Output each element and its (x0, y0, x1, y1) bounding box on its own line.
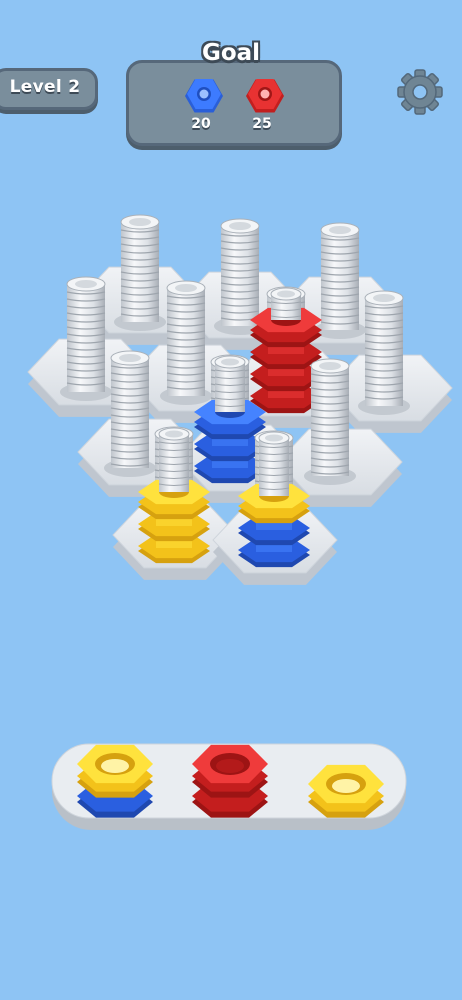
goal-panel (126, 60, 342, 146)
bolt-back-3[interactable] (314, 222, 366, 339)
level-indicator: Level 2 (0, 68, 98, 110)
bolt-mid-center[interactable] (160, 280, 212, 405)
goal-count-blue: 20 (191, 116, 211, 132)
bolt-mid-right[interactable] (358, 290, 410, 415)
bolt-front-left[interactable] (104, 350, 156, 477)
bolt-mid-left[interactable] (60, 276, 112, 401)
bolt-front-right[interactable] (304, 358, 356, 485)
goal-title: Goal (201, 40, 261, 66)
tray-slot-1[interactable] (77, 744, 153, 818)
red-nut-icon (246, 79, 284, 113)
goal-count-red: 25 (252, 116, 272, 132)
level-label: Level 2 (9, 77, 81, 97)
blue-nut-icon (185, 79, 223, 113)
game-board (27, 214, 453, 830)
nut-tray (51, 743, 407, 830)
settings-button[interactable] (394, 66, 446, 118)
gear-icon (397, 69, 443, 115)
tray-slot-3[interactable] (308, 764, 384, 818)
tray-slot-2[interactable] (192, 744, 268, 818)
bolt-back-1[interactable] (114, 214, 166, 331)
